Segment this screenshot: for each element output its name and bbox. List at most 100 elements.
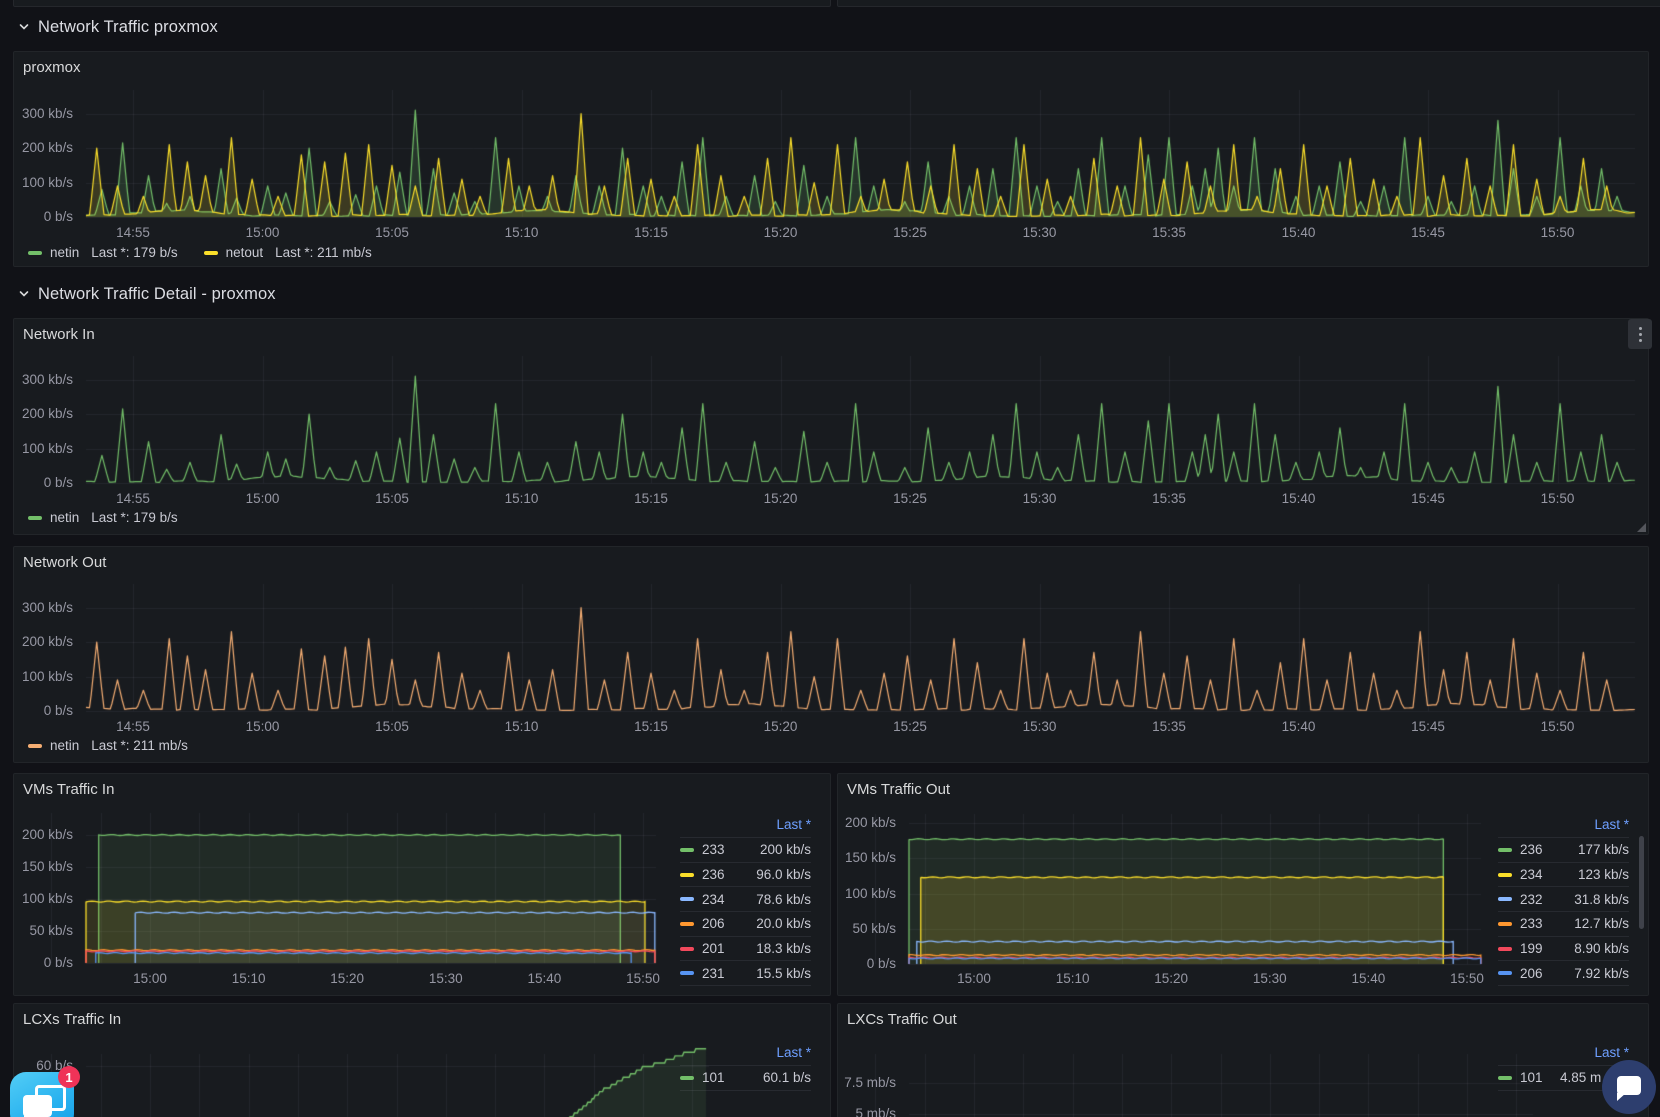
y-axis-tick-label: 0 b/s [14,703,73,719]
series-name: 234 [702,892,736,907]
y-axis-tick-label: 150 kb/s [14,859,73,875]
x-axis-tick-label: 15:00 [231,491,295,507]
panel-title[interactable]: LXCs Traffic Out [847,1011,957,1028]
series-name: 234 [1520,867,1554,882]
series-last-value: 123 kb/s [1554,867,1629,882]
legend-row[interactable]: 23312.7 kb/s [1498,911,1629,936]
series-name: 233 [702,842,736,857]
panel-title[interactable]: LCXs Traffic In [23,1011,121,1028]
y-axis-tick-label: 0 b/s [14,209,73,225]
x-axis-tick-label: 15:25 [878,491,942,507]
x-axis-tick-label: 15:35 [1137,719,1201,735]
series-color-icon [680,873,694,877]
legend-row[interactable]: 233200 kb/s [680,837,811,862]
x-axis-tick-label: 15:05 [360,719,424,735]
x-axis-tick-label: 15:30 [1008,719,1072,735]
series-name: 201 [702,941,736,956]
section-header-network-traffic-proxmox[interactable]: Network Traffic proxmox [18,16,218,38]
legend-row[interactable]: 2067.92 kb/s [1498,960,1629,986]
series-color-icon [28,251,42,255]
y-axis-tick-label: 7.5 mb/s [838,1075,896,1091]
y-axis-tick-label: 200 kb/s [14,140,73,156]
x-axis-tick-label: 15:30 [1008,491,1072,507]
x-axis-tick-label: 14:55 [101,225,165,241]
panel-title[interactable]: VMs Traffic In [23,781,114,798]
panel-menu-kebab-icon[interactable] [1628,319,1652,349]
legend-row[interactable]: 23696.0 kb/s [680,862,811,887]
chat-support-button[interactable] [1602,1060,1656,1114]
x-axis-tick-label: 15:20 [315,971,379,987]
legend-item[interactable]: netin Last *: 179 b/s [28,245,178,260]
legend-column-header-last[interactable]: Last * [1498,1041,1629,1065]
series-last-value: Last *: 179 b/s [91,245,177,260]
legend-row[interactable]: 23478.6 kb/s [680,886,811,911]
panel-vms-traffic-in: VMs Traffic In 15:0015:1015:2015:3015:40… [13,773,831,996]
panel-title[interactable]: Network Out [23,554,106,571]
x-axis-tick-label: 15:40 [1336,971,1400,987]
series-name: 236 [702,867,736,882]
x-axis-tick-label: 15:10 [490,491,554,507]
panel-title[interactable]: Network In [23,326,95,343]
y-axis-tick-label: 50 kb/s [838,921,896,937]
legend-column-header-last[interactable]: Last * [1498,813,1629,837]
legend-row[interactable]: 236177 kb/s [1498,837,1629,862]
legend-row[interactable]: 1998.90 kb/s [1498,936,1629,961]
x-axis-tick-label: 15:00 [118,971,182,987]
y-axis-tick-label: 0 b/s [14,955,73,971]
y-axis-tick-label: 100 kb/s [14,441,73,457]
series-name: netin [50,738,79,753]
y-axis-tick-label: 0 b/s [838,956,896,972]
series-last-value: Last *: 211 mb/s [275,245,372,260]
legend-row[interactable]: 20620.0 kb/s [680,911,811,936]
series-last-value: 60.1 b/s [736,1070,811,1085]
y-axis-tick-label: 150 kb/s [838,850,896,866]
legend-column-header-last[interactable]: Last * [680,1041,811,1065]
y-axis-tick-label: 50 kb/s [14,923,73,939]
legend-item[interactable]: netinLast *: 179 b/s [28,510,178,525]
legend-column-header-last[interactable]: Last * [680,813,811,837]
chevron-down-icon [18,21,30,33]
x-axis-tick-label: 15:20 [1139,971,1203,987]
series-name: netout [226,245,264,260]
legend-row[interactable]: 23231.8 kb/s [1498,886,1629,911]
panel-resize-handle[interactable] [1637,523,1646,532]
grafana-dashboard: Network Traffic proxmox proxmox 14:55 15:… [0,0,1660,1117]
x-axis-tick-label: 15:05 [360,225,424,241]
legend-item[interactable]: netout Last *: 211 mb/s [204,245,372,260]
x-axis-tick-label: 15:20 [749,719,813,735]
series-name: 232 [1520,892,1554,907]
series-color-icon [28,744,42,748]
notification-badge: 1 [58,1066,80,1088]
x-axis-tick-label: 15:15 [619,491,683,507]
series-name: 101 [1520,1070,1554,1085]
y-axis-tick-label: 300 kb/s [14,106,73,122]
series-color-icon [1498,971,1512,975]
series-last-value: 200 kb/s [736,842,811,857]
panel-network-in: Network In 14:5515:0015:0515:1015:1515:2… [13,318,1649,535]
panel-title[interactable]: VMs Traffic Out [847,781,950,798]
series-color-icon [680,848,694,852]
series-name: netin [50,245,79,260]
section-title: Network Traffic Detail - proxmox [38,285,276,304]
series-color-icon [1498,848,1512,852]
legend-row[interactable]: 23115.5 kb/s [680,960,811,986]
legend-row[interactable]: 10160.1 b/s [680,1065,811,1091]
legend-item[interactable]: netin Last *: 211 mb/s [28,738,188,753]
series-color-icon [1498,922,1512,926]
x-axis-tick-label: 15:40 [1267,719,1331,735]
y-axis-tick-label: 100 kb/s [838,886,896,902]
legend-row[interactable]: 234123 kb/s [1498,862,1629,887]
section-header-network-traffic-detail[interactable]: Network Traffic Detail - proxmox [18,283,276,305]
y-axis-tick-label: 5 mb/s [838,1106,896,1117]
chat-widget-button[interactable]: 1 [10,1072,74,1117]
legend-row[interactable]: 20118.3 kb/s [680,936,811,961]
x-axis-tick-label: 15:50 [1526,719,1590,735]
series-name: 233 [1520,916,1554,931]
x-axis-tick-label: 15:05 [360,491,424,507]
chat-bubble-tail [1617,1093,1626,1101]
x-axis-tick-label: 15:10 [490,719,554,735]
series-last-value: Last *: 211 mb/s [91,738,188,753]
y-axis-tick-label: 200 kb/s [14,634,73,650]
series-last-value: 20.0 kb/s [736,916,811,931]
panel-title[interactable]: proxmox [23,59,81,76]
